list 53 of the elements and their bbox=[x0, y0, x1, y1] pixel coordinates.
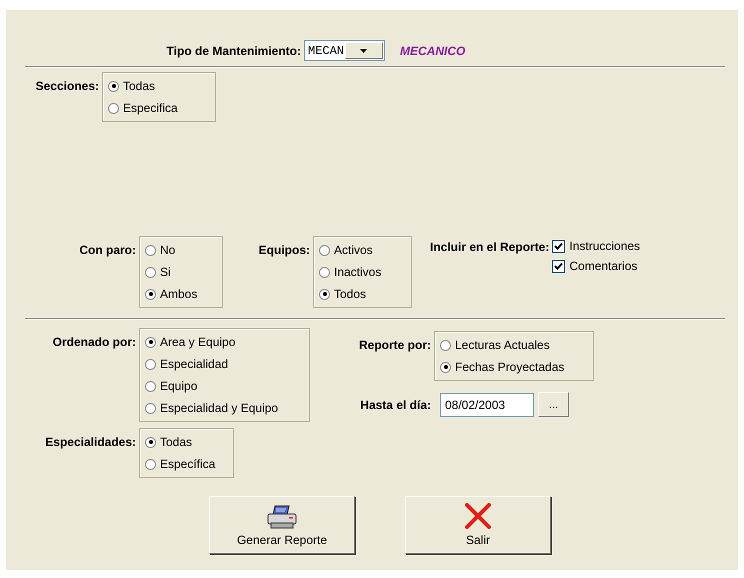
option-label[interactable]: No bbox=[160, 243, 176, 257]
radio-button[interactable] bbox=[145, 244, 156, 256]
radio-button[interactable] bbox=[145, 336, 156, 348]
radio-button[interactable] bbox=[319, 266, 330, 278]
option-label[interactable]: Ambos bbox=[160, 287, 198, 301]
option-label[interactable]: Area y Equipo bbox=[160, 335, 236, 349]
option-label[interactable]: Todos bbox=[334, 287, 366, 301]
checkbox[interactable] bbox=[552, 260, 566, 272]
field-label: Equipos: bbox=[258, 243, 310, 257]
field-label: Ordenado por: bbox=[52, 335, 136, 349]
date-field[interactable]: 08/02/2003 bbox=[440, 392, 534, 416]
radio-button[interactable] bbox=[145, 288, 156, 300]
field-label: Hasta el día: bbox=[359, 398, 432, 412]
option-label[interactable]: Específica bbox=[160, 457, 216, 471]
field-label: Especialidades: bbox=[45, 435, 136, 449]
close-icon bbox=[464, 503, 492, 529]
radio-button[interactable] bbox=[145, 436, 156, 448]
type-description: MECANICO bbox=[400, 44, 466, 58]
option-label[interactable]: Lecturas Actuales bbox=[455, 338, 550, 352]
option-label[interactable]: Especialidad bbox=[160, 357, 228, 371]
option-label[interactable]: Si bbox=[160, 265, 171, 279]
date-picker-button[interactable]: ... bbox=[538, 392, 569, 417]
option-label[interactable]: Todas bbox=[160, 435, 192, 449]
radio-button[interactable] bbox=[440, 362, 451, 372]
generate-report-button[interactable]: Generar Reporte bbox=[209, 496, 355, 554]
option-label[interactable]: Activos bbox=[334, 243, 373, 257]
radio-button[interactable] bbox=[319, 244, 330, 256]
radio-button[interactable] bbox=[145, 458, 156, 470]
field-label: Secciones: bbox=[36, 79, 99, 93]
radio-button[interactable] bbox=[319, 288, 330, 300]
radio-button[interactable] bbox=[145, 358, 156, 370]
exit-button[interactable]: Salir bbox=[405, 496, 551, 554]
radio-button[interactable] bbox=[145, 402, 156, 414]
option-label[interactable]: Equipo bbox=[160, 379, 198, 393]
radio-button[interactable] bbox=[108, 80, 119, 92]
checkbox-label[interactable]: Instrucciones bbox=[569, 239, 640, 253]
checkbox[interactable] bbox=[552, 240, 566, 252]
radio-button[interactable] bbox=[108, 102, 119, 114]
option-label[interactable]: Todas bbox=[123, 79, 156, 93]
checkbox-label[interactable]: Comentarios bbox=[569, 259, 638, 273]
radio-button[interactable] bbox=[145, 266, 156, 278]
radio-button[interactable] bbox=[440, 340, 451, 350]
field-label: Incluir en el Reporte: bbox=[430, 239, 550, 254]
radio-button[interactable] bbox=[145, 380, 156, 392]
option-label[interactable]: Especialidad y Equipo bbox=[160, 401, 278, 415]
field-label: Tipo de Mantenimiento: bbox=[166, 44, 301, 58]
option-label[interactable]: Fechas Proyectadas bbox=[455, 360, 564, 374]
printer-icon bbox=[266, 505, 298, 529]
field-label: Reporte por: bbox=[359, 338, 431, 352]
dropdown[interactable]: MECAN bbox=[304, 40, 385, 61]
field-label: Con paro: bbox=[79, 243, 136, 257]
option-label[interactable]: Inactivos bbox=[334, 265, 382, 279]
option-label[interactable]: Especifica bbox=[123, 101, 178, 115]
